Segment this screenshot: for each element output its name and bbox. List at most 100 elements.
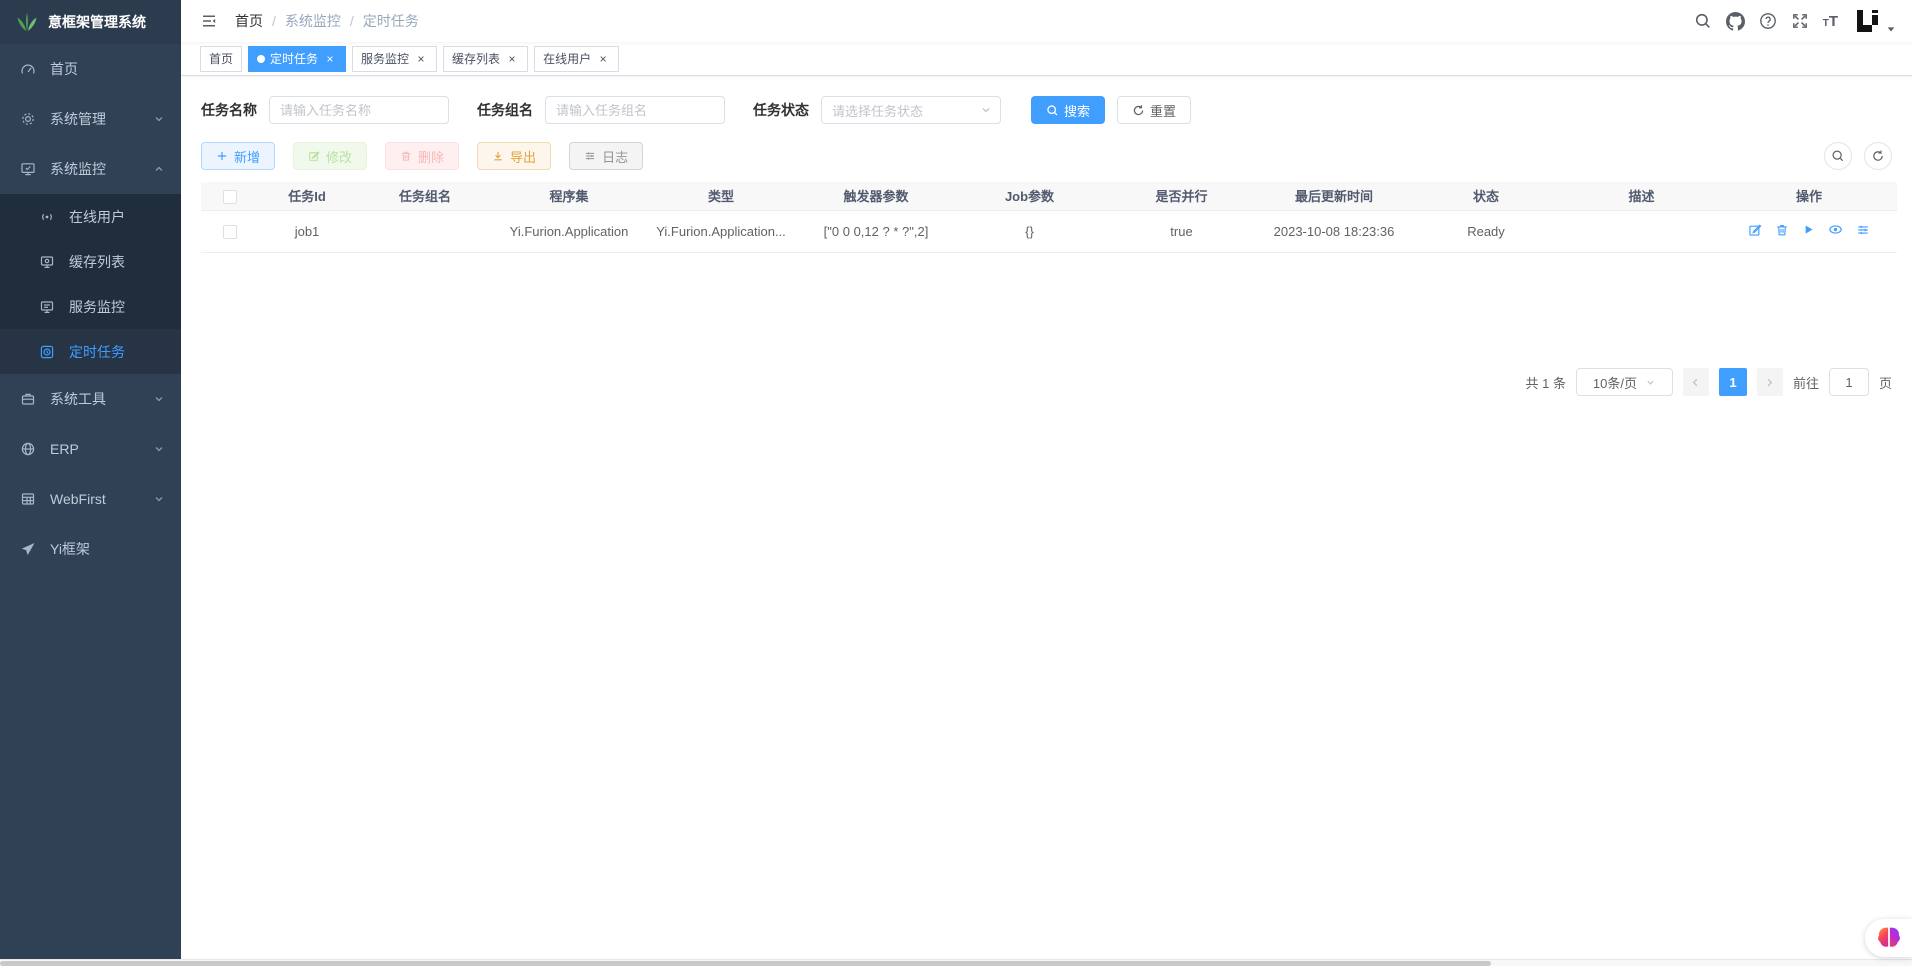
page-size-value: 10条/页 <box>1593 373 1637 392</box>
sidebar-item-home[interactable]: 首页 <box>0 44 181 94</box>
tab-label: 在线用户 <box>543 50 591 67</box>
close-icon[interactable]: × <box>323 52 337 66</box>
row-delete-icon[interactable] <box>1775 223 1789 237</box>
sidebar-item-webfirst[interactable]: WebFirst <box>0 474 181 524</box>
col-assembly: 程序集 <box>494 182 644 210</box>
col-concurrent: 是否并行 <box>1105 182 1258 210</box>
show-search-toggle-button[interactable] <box>1824 142 1852 170</box>
help-icon[interactable] <box>1759 12 1777 30</box>
tab-cache-list[interactable]: 缓存列表 × <box>443 46 528 72</box>
col-last-update: 最后更新时间 <box>1258 182 1410 210</box>
search-button[interactable]: 搜索 <box>1031 96 1105 124</box>
refresh-icon <box>1132 104 1145 117</box>
table-header-row: 任务Id 任务组名 程序集 类型 触发器参数 Job参数 是否并行 最后更新时间… <box>201 182 1897 210</box>
leaf-logo-icon <box>16 11 38 33</box>
close-icon[interactable]: × <box>596 52 610 66</box>
sidebar-item-label: 系统监控 <box>50 159 106 179</box>
task-status-label: 任务状态 <box>753 100 809 120</box>
tab-label: 首页 <box>209 50 233 67</box>
tab-online-users[interactable]: 在线用户 × <box>534 46 619 72</box>
chevron-down-icon <box>153 443 165 455</box>
sidebar-item-online-users[interactable]: 在线用户 <box>0 194 181 239</box>
toolbar-right-tools <box>1824 142 1892 170</box>
sidebar-item-cache-list[interactable]: 缓存列表 <box>0 239 181 284</box>
page-size-select[interactable]: 10条/页 <box>1576 368 1673 396</box>
sidebar-item-system-monitor[interactable]: 系统监控 <box>0 144 181 194</box>
goto-page-input[interactable] <box>1829 368 1869 396</box>
select-placeholder: 请选择任务状态 <box>832 101 923 120</box>
extension-fab[interactable] <box>1865 919 1912 957</box>
row-checkbox[interactable] <box>223 225 237 239</box>
table-row[interactable]: job1 Yi.Furion.Application Yi.Furion.App… <box>201 210 1897 252</box>
timer-icon <box>39 344 55 360</box>
export-button[interactable]: 导出 <box>477 142 551 170</box>
sidebar-item-label: 缓存列表 <box>69 252 125 272</box>
sidebar-item-scheduled-tasks[interactable]: 定时任务 <box>0 329 181 374</box>
chevron-down-icon <box>153 113 165 125</box>
app-logo[interactable]: 意框架管理系统 <box>0 0 181 44</box>
col-job-params: Job参数 <box>954 182 1105 210</box>
horizontal-scrollbar[interactable] <box>0 959 1912 966</box>
tab-scheduled-tasks[interactable]: 定时任务 × <box>248 46 346 72</box>
refresh-table-button[interactable] <box>1864 142 1892 170</box>
tab-service-monitor[interactable]: 服务监控 × <box>352 46 437 72</box>
download-icon <box>492 150 504 162</box>
task-name-input[interactable] <box>269 96 449 124</box>
tab-label: 定时任务 <box>270 50 318 67</box>
sidebar-item-erp[interactable]: ERP <box>0 424 181 474</box>
col-status: 状态 <box>1410 182 1562 210</box>
tab-label: 缓存列表 <box>452 50 500 67</box>
font-size-icon[interactable]: TT <box>1823 14 1838 29</box>
trash-icon <box>400 150 412 162</box>
row-view-icon[interactable] <box>1828 222 1843 237</box>
close-icon[interactable]: × <box>414 52 428 66</box>
sidebar-item-label: ERP <box>50 441 79 457</box>
menu-fold-icon[interactable] <box>200 13 218 29</box>
close-icon[interactable]: × <box>505 52 519 66</box>
sidebar-item-label: WebFirst <box>50 491 106 507</box>
globe-icon <box>20 441 36 457</box>
breadcrumb: 首页 / 系统监控 / 定时任务 <box>235 11 419 31</box>
add-button[interactable]: 新增 <box>201 142 275 170</box>
filter-task-name: 任务名称 <box>201 96 449 124</box>
row-checkbox-cell <box>201 210 258 252</box>
sidebar-item-service-monitor[interactable]: 服务监控 <box>0 284 181 329</box>
github-icon[interactable] <box>1726 12 1745 31</box>
task-group-input[interactable] <box>545 96 725 124</box>
goto-unit: 页 <box>1879 373 1892 392</box>
tab-home[interactable]: 首页 <box>200 46 242 72</box>
search-icon[interactable] <box>1694 12 1712 30</box>
prev-page-button[interactable] <box>1683 368 1709 396</box>
col-actions: 操作 <box>1721 182 1897 210</box>
main-area: 首页 / 系统监控 / 定时任务 <box>181 0 1912 966</box>
page-content: 任务名称 任务组名 任务状态 请选择任务状态 <box>181 76 1912 966</box>
navbar-actions: TT <box>1694 6 1896 36</box>
task-status-select[interactable]: 请选择任务状态 <box>821 96 1001 124</box>
select-all-checkbox[interactable] <box>223 190 237 204</box>
row-edit-icon[interactable] <box>1748 223 1762 237</box>
log-button[interactable]: 日志 <box>569 142 643 170</box>
edit-button[interactable]: 修改 <box>293 142 367 170</box>
delete-button[interactable]: 删除 <box>385 142 459 170</box>
next-page-button[interactable] <box>1757 368 1783 396</box>
delete-button-label: 删除 <box>418 147 444 166</box>
dashboard-icon <box>20 61 36 77</box>
pagination: 共 1 条 10条/页 1 前往 页 <box>1526 368 1893 396</box>
page-number-1[interactable]: 1 <box>1719 368 1747 396</box>
reset-button[interactable]: 重置 <box>1117 96 1191 124</box>
sidebar-item-system-tools[interactable]: 系统工具 <box>0 374 181 424</box>
monitor-lines-icon <box>39 299 55 315</box>
row-log-icon[interactable] <box>1856 223 1870 237</box>
fullscreen-icon[interactable] <box>1791 12 1809 30</box>
monitor-icon <box>39 254 55 270</box>
sidebar-item-yi-framework[interactable]: Yi框架 <box>0 524 181 574</box>
scrollbar-thumb[interactable] <box>0 961 1491 966</box>
user-menu[interactable] <box>1852 6 1896 36</box>
sidebar-submenu-monitor: 在线用户 缓存列表 <box>0 194 181 374</box>
sidebar-item-system-mgmt[interactable]: 系统管理 <box>0 94 181 144</box>
brain-icon <box>1876 926 1902 950</box>
cell-last-update: 2023-10-08 18:23:36 <box>1258 210 1410 252</box>
cell-trigger-params: ["0 0 0,12 ? * ?",2] <box>798 210 954 252</box>
row-run-icon[interactable] <box>1802 223 1815 236</box>
breadcrumb-home[interactable]: 首页 <box>235 11 263 31</box>
